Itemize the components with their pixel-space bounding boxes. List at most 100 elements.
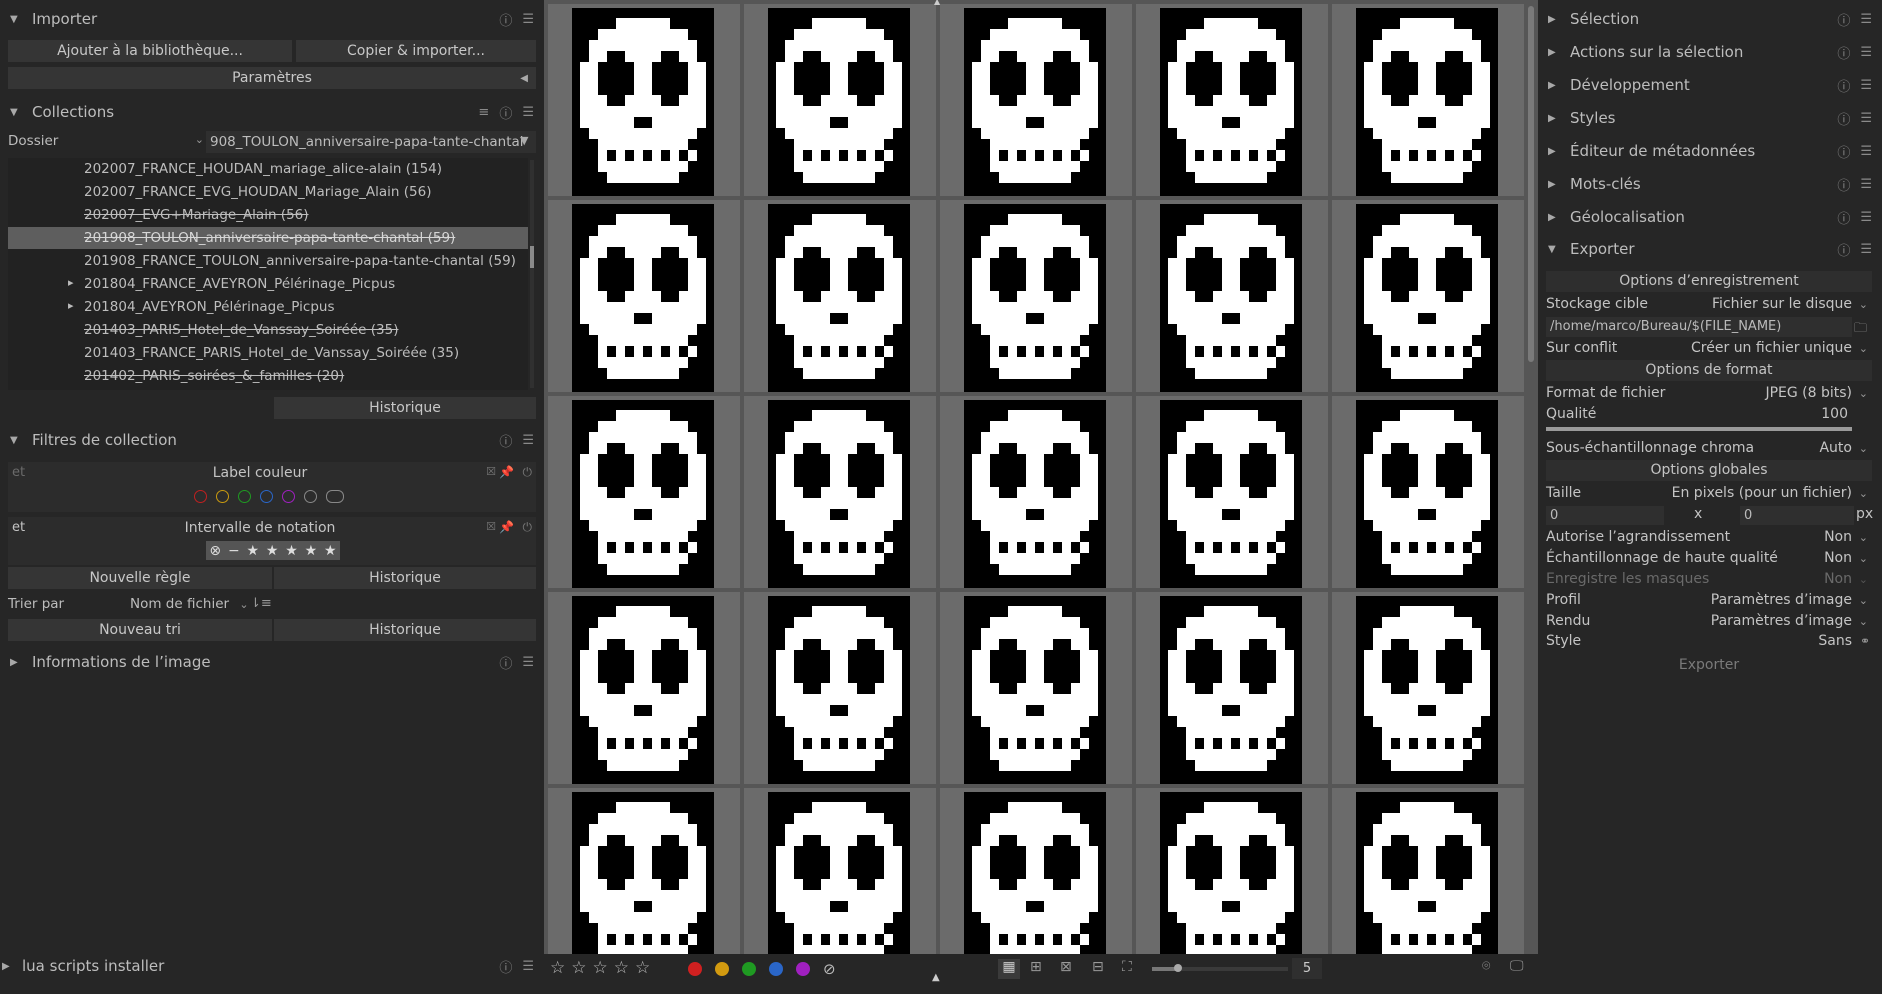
filters-section-header[interactable]: ▼ Filtres de collection ⓘ ☰ bbox=[0, 425, 544, 455]
presets-menu-icon[interactable]: ☰ bbox=[522, 12, 534, 27]
image-info-section-header[interactable]: ▶ Informations de l’image ⓘ ☰ bbox=[0, 647, 544, 677]
thumbnail-cell[interactable] bbox=[1136, 788, 1328, 954]
zoom-slider[interactable] bbox=[1152, 964, 1288, 972]
right-section-header[interactable]: ▶ Éditeur de métadonnées ⓘ ☰ bbox=[1538, 136, 1882, 166]
star-outline-icon[interactable]: ☆ bbox=[550, 958, 565, 978]
collection-history-button[interactable]: Historique bbox=[274, 397, 536, 419]
thumbnail-cell[interactable] bbox=[940, 396, 1132, 588]
conflict-select[interactable]: Créer un fichier unique bbox=[1691, 340, 1852, 356]
sort-list-icon[interactable]: ≡ bbox=[478, 105, 489, 120]
presets-menu-icon[interactable]: ☰ bbox=[1860, 210, 1872, 225]
right-section-header[interactable]: ▶ Géolocalisation ⓘ ☰ bbox=[1538, 202, 1882, 232]
thumbnail-cell[interactable] bbox=[1332, 396, 1524, 588]
thumbnail-cell[interactable] bbox=[744, 4, 936, 196]
export-button[interactable]: Exporter bbox=[1546, 655, 1872, 675]
sort-order-icon[interactable]: ⇂≡ bbox=[250, 596, 272, 611]
file-format-select[interactable]: JPEG (8 bits) bbox=[1765, 385, 1852, 401]
thumbnail-cell[interactable] bbox=[1136, 592, 1328, 784]
thumbnail-cell[interactable] bbox=[548, 4, 740, 196]
expand-arrow-icon[interactable]: ▶ bbox=[1548, 212, 1562, 223]
collection-item[interactable]: 202007_FRANCE_EVG_HOUDAN_Mariage_Alain (… bbox=[8, 181, 528, 203]
reset-icon[interactable]: ⓘ bbox=[1837, 109, 1850, 128]
reset-icon[interactable]: ⓘ bbox=[1837, 175, 1850, 194]
style-options-icon[interactable]: ⚭ bbox=[1860, 634, 1870, 648]
style-select[interactable]: Sans bbox=[1818, 633, 1852, 649]
collections-section-header[interactable]: ▼ Collections ≡ ⓘ ☰ bbox=[0, 97, 544, 127]
expand-arrow-icon[interactable]: ▶ bbox=[1548, 47, 1562, 58]
thumbnail-cell[interactable] bbox=[1136, 396, 1328, 588]
blue-label-icon[interactable] bbox=[260, 490, 273, 503]
right-section-header[interactable]: ▶ Développement ⓘ ☰ bbox=[1538, 70, 1882, 100]
thumbnail-cell[interactable] bbox=[940, 592, 1132, 784]
reset-icon[interactable]: ⓘ bbox=[499, 431, 512, 450]
expand-arrow-icon[interactable]: ▸ bbox=[68, 276, 74, 289]
power-icon[interactable]: ⏻ bbox=[523, 520, 533, 535]
purple-label-icon[interactable] bbox=[282, 490, 295, 503]
presets-menu-icon[interactable]: ☰ bbox=[1860, 111, 1872, 126]
collection-item[interactable]: ▸ 201804_AVEYRON_Pélérinage_Picpus bbox=[8, 296, 528, 318]
toggle-label-icon[interactable] bbox=[326, 490, 344, 503]
profile-select[interactable]: Paramètres d’image bbox=[1711, 592, 1852, 608]
export-path-input[interactable]: /home/marco/Bureau/$(FILE_NAME) bbox=[1546, 317, 1852, 337]
reset-icon[interactable]: ⓘ bbox=[1837, 142, 1850, 161]
collapse-arrow-icon[interactable]: ▼ bbox=[10, 14, 24, 25]
import-section-header[interactable]: ▼ Importer ⓘ ☰ bbox=[0, 4, 544, 34]
collection-list[interactable]: 202007_FRANCE_HOUDAN_mariage_alice-alain… bbox=[8, 158, 528, 390]
yellow-label-icon[interactable] bbox=[216, 490, 229, 503]
purple-label-icon[interactable] bbox=[796, 962, 810, 976]
height-input[interactable]: 0 bbox=[1740, 506, 1854, 525]
collection-item[interactable]: 201403_FRANCE_PARIS_Hotel_de_Vanssay_Soi… bbox=[8, 342, 528, 364]
sort-select[interactable]: Nom de fichier ⌄ bbox=[130, 596, 250, 618]
lighttable-grid[interactable] bbox=[544, 0, 1538, 954]
thumbnail-cell[interactable] bbox=[1332, 788, 1524, 954]
collection-scrollbar[interactable] bbox=[530, 160, 534, 388]
triangle-down-icon[interactable]: ▼ bbox=[520, 134, 528, 147]
thumbnail-cell[interactable] bbox=[1332, 592, 1524, 784]
reset-icon[interactable]: ⓘ bbox=[1837, 76, 1850, 95]
filemanager-layout-icon[interactable]: ▦ bbox=[998, 959, 1020, 979]
chroma-select[interactable]: Auto bbox=[1819, 440, 1852, 456]
thumbnail-cell[interactable] bbox=[744, 200, 936, 392]
thumbnail-cell[interactable] bbox=[1332, 200, 1524, 392]
preview-icon[interactable]: ⛶ bbox=[1122, 959, 1132, 975]
thumbnail-cell[interactable] bbox=[940, 200, 1132, 392]
collection-item[interactable]: ▸ 201804_FRANCE_AVEYRON_Pélérinage_Picpus bbox=[8, 273, 528, 295]
blue-label-icon[interactable] bbox=[769, 962, 783, 976]
size-select[interactable]: En pixels (pour un fichier) bbox=[1672, 485, 1852, 501]
add-to-library-button[interactable]: Ajouter à la bibliothèque... bbox=[8, 40, 292, 62]
green-label-icon[interactable] bbox=[742, 962, 756, 976]
right-section-header[interactable]: ▶ Styles ⓘ ☰ bbox=[1538, 103, 1882, 133]
red-label-icon[interactable] bbox=[194, 490, 207, 503]
quality-slider[interactable] bbox=[1546, 427, 1852, 431]
thumbnail-cell[interactable] bbox=[1136, 4, 1328, 196]
thumbnail-cell[interactable] bbox=[744, 592, 936, 784]
star-outline-icon[interactable]: ☆ bbox=[635, 958, 650, 978]
zoom-entry[interactable]: 5 bbox=[1292, 958, 1322, 979]
thumbnail-cell[interactable] bbox=[744, 788, 936, 954]
culling-dynamic-icon[interactable]: ⊟ bbox=[1092, 959, 1104, 975]
rating-range-widget[interactable]: ⊗ − ★ ★ ★ ★ ★ bbox=[206, 541, 340, 560]
reset-icon[interactable]: ⓘ bbox=[1837, 208, 1850, 227]
thumbnail-cell[interactable] bbox=[1332, 4, 1524, 196]
star-outline-icon[interactable]: ☆ bbox=[593, 958, 608, 978]
star-rating-bar[interactable]: ☆ ☆ ☆ ☆ ☆ bbox=[550, 958, 656, 978]
new-sort-button[interactable]: Nouveau tri bbox=[8, 619, 272, 641]
sort-history-button[interactable]: Historique bbox=[274, 619, 536, 641]
expand-arrow-icon[interactable]: ▶ bbox=[1548, 14, 1562, 25]
upscale-select[interactable]: Non bbox=[1824, 529, 1852, 545]
clear-labels-icon[interactable]: ⊘ bbox=[823, 962, 837, 977]
lua-section-header[interactable]: ▶ lua scripts installer ⓘ ☰ bbox=[0, 951, 544, 981]
pin-icon[interactable]: 📌 bbox=[499, 520, 514, 534]
right-section-header[interactable]: ▶ Sélection ⓘ ☰ bbox=[1538, 4, 1882, 34]
expand-arrow-icon[interactable]: ▶ bbox=[2, 961, 16, 972]
hq-resampling-select[interactable]: Non bbox=[1824, 550, 1852, 566]
presets-menu-icon[interactable]: ☰ bbox=[1860, 242, 1872, 257]
collection-item[interactable]: 202007_EVG+Mariage_Alain (56) bbox=[8, 204, 528, 226]
target-storage-select[interactable]: Fichier sur le disque bbox=[1712, 296, 1852, 312]
thumbnail-cell[interactable] bbox=[548, 200, 740, 392]
folder-icon[interactable]: 🗀 bbox=[1854, 319, 1867, 341]
collection-item[interactable]: 201908_FRANCE_TOULON_anniversaire-papa-t… bbox=[8, 250, 528, 272]
thumbnail-cell[interactable] bbox=[940, 788, 1132, 954]
presets-menu-icon[interactable]: ☰ bbox=[522, 655, 534, 670]
expand-arrow-icon[interactable]: ▸ bbox=[68, 299, 74, 312]
